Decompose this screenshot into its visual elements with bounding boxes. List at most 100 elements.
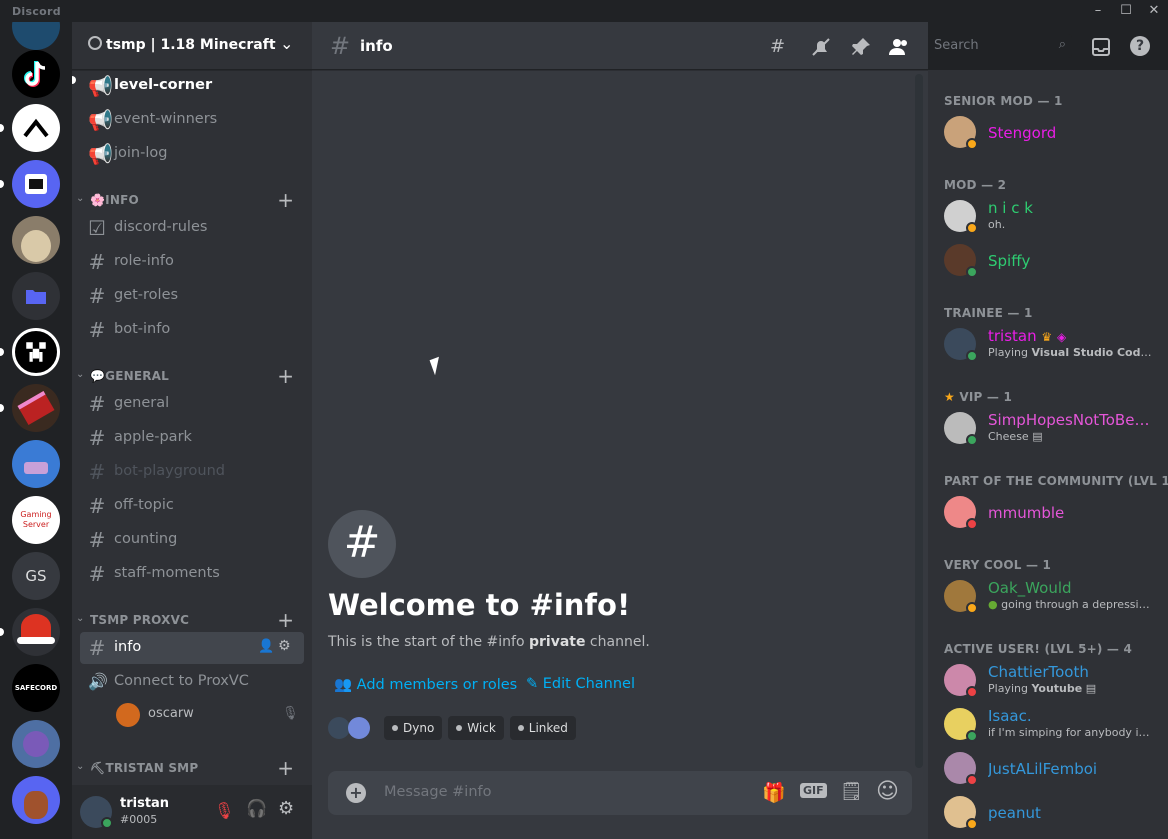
member-peanut[interactable]: peanut (936, 790, 1160, 834)
message-composer[interactable]: + Message #info 🎁 GIF 🗒 ☺ (328, 771, 912, 815)
hash-icon: # (88, 460, 106, 484)
channel-join-log[interactable]: 📢 join-log (80, 138, 304, 170)
mute-bell-icon[interactable] (810, 36, 832, 58)
muted-mic-icon[interactable]: 🎙 (214, 801, 234, 820)
gift-icon[interactable]: 🎁 (762, 781, 786, 804)
add-channel-icon[interactable]: + (277, 188, 294, 212)
gear-icon[interactable]: ⚙ (278, 638, 291, 654)
hash-lock-icon: # (328, 510, 396, 578)
category-tristan-smp[interactable]: ⌄ ⛏TRISTAN SMP + (76, 756, 308, 780)
status-dnd-icon (966, 686, 978, 698)
creeper-server-icon[interactable] (12, 328, 60, 376)
mouse-cursor (429, 356, 445, 376)
add-members-link[interactable]: 👥 Add members or roles (334, 676, 517, 693)
voice-user[interactable]: oscarw 🎙 (116, 702, 304, 728)
channel-role-info[interactable]: # role-info (80, 246, 304, 278)
search-input[interactable]: Search ⌕ (928, 34, 1072, 58)
book-server-icon[interactable] (12, 384, 60, 432)
emoji-icon[interactable]: ☺ (876, 779, 899, 804)
scrollbar[interactable] (915, 74, 923, 768)
invite-icon[interactable]: 👤 (258, 639, 274, 654)
status-idle-icon (966, 818, 978, 830)
member-mmumble[interactable]: mmumble (936, 490, 1160, 534)
channel-staff-moments[interactable]: # staff-moments (80, 558, 304, 590)
hash-icon: # (88, 318, 106, 342)
channel-event-winners[interactable]: 📢 event-winners (80, 104, 304, 136)
channel-off-topic[interactable]: # off-topic (80, 490, 304, 522)
star-icon: ★ (944, 390, 955, 404)
inbox-icon[interactable] (1090, 36, 1112, 58)
channel-bot-playground[interactable]: # bot-playground (80, 456, 304, 488)
help-icon[interactable]: ? (1130, 36, 1150, 56)
gaming-server-icon[interactable]: Gaming Server (12, 496, 60, 544)
safecord-server-icon[interactable]: SAFECORD (12, 664, 60, 712)
message-input[interactable]: Message #info (384, 784, 492, 800)
member-nick[interactable]: n i c k oh. (936, 194, 1160, 238)
channel-info-selected[interactable]: # info 👤 ⚙ (80, 632, 304, 664)
add-channel-icon[interactable]: + (277, 364, 294, 388)
hash-icon: # (88, 284, 106, 308)
discord-app: Discord – ☐ ✕ Gaming Server GS SAFECORD … (0, 0, 1168, 839)
app-title: Discord (12, 5, 61, 18)
caret-server-icon[interactable] (12, 104, 60, 152)
members-icon[interactable] (888, 36, 910, 58)
gif-button[interactable]: GIF (800, 783, 827, 798)
threads-icon[interactable]: # (770, 36, 792, 58)
channel-get-roles[interactable]: # get-roles (80, 280, 304, 312)
chevron-down-icon: ⌄ (76, 193, 85, 204)
category-info[interactable]: ⌄ 🌸INFO + (76, 188, 308, 212)
edit-channel-link[interactable]: ✎ Edit Channel (526, 676, 635, 692)
gear-icon[interactable]: ⚙ (278, 798, 294, 819)
avatar (116, 703, 140, 727)
server-list: Gaming Server GS SAFECORD (0, 22, 72, 839)
add-channel-icon[interactable]: + (277, 756, 294, 780)
santa-server-icon[interactable] (12, 608, 60, 656)
maximize-icon[interactable]: ☐ (1112, 2, 1140, 20)
gs-server-icon[interactable]: GS (12, 552, 60, 600)
upload-icon[interactable]: + (346, 783, 366, 803)
member-simphopes[interactable]: SimpHopesNotToBeF... Cheese ▤ (936, 406, 1160, 450)
channel-discord-rules[interactable]: ☑ discord-rules (80, 212, 304, 244)
member-chattiertooth[interactable]: ChattierTooth Playing Youtube ▤ (936, 658, 1160, 702)
channel-apple-park[interactable]: # apple-park (80, 422, 304, 454)
server-header[interactable]: tsmp | 1.18 Minecraft ... ⌄ (72, 22, 312, 70)
tiktok-server-icon[interactable] (12, 50, 60, 98)
folder-icon[interactable] (12, 272, 60, 320)
category-general[interactable]: ⌄ 💬GENERAL + (76, 364, 308, 388)
unread-pill (0, 628, 4, 636)
pin-icon[interactable] (850, 36, 872, 58)
add-channel-icon[interactable]: + (277, 608, 294, 632)
speech-bubble-icon: 💬 (90, 369, 106, 383)
headphones-icon[interactable]: 🎧 (246, 799, 267, 819)
member-isaac[interactable]: Isaac. if I'm simping for anybody its T.… (936, 702, 1160, 746)
channel-bot-info[interactable]: # bot-info (80, 314, 304, 346)
voice-channel-proxvc[interactable]: 🔊 Connect to ProxVC (80, 666, 304, 698)
avatar (328, 717, 350, 739)
channel-general[interactable]: # general (80, 388, 304, 420)
minimize-icon[interactable]: – (1084, 2, 1112, 20)
sticker-icon[interactable]: 🗒 (840, 781, 863, 802)
member-spiffy[interactable]: Spiffy (936, 238, 1160, 282)
bot-server-icon[interactable] (12, 160, 60, 208)
hash-icon: # (88, 636, 106, 660)
channel-level-corner[interactable]: 📢 level-corner (80, 70, 304, 102)
dog2-server-icon[interactable] (12, 776, 60, 824)
member-stengord[interactable]: Stengord (936, 110, 1160, 154)
close-icon[interactable]: ✕ (1140, 2, 1168, 20)
pixel-server-icon[interactable] (12, 440, 60, 488)
dog-server-icon[interactable] (12, 216, 60, 264)
status-online-icon (966, 266, 978, 278)
member-oak-would[interactable]: Oak_Would ● going through a depressive..… (936, 574, 1160, 618)
status-online-icon (101, 817, 113, 829)
chevron-down-icon: ⌄ (76, 761, 85, 772)
server-icon[interactable] (12, 22, 60, 50)
member-justalilfemboi[interactable]: JustALilFemboi (936, 746, 1160, 790)
channel-counting[interactable]: # counting (80, 524, 304, 556)
category-proxvc[interactable]: ⌄ TSMP PROXVC + (76, 608, 308, 632)
member-tristan[interactable]: tristan ♛ ◈ Playing Visual Studio Code ▤ (936, 322, 1160, 366)
pickaxe-icon: ⛏ (90, 761, 106, 775)
role-tag: Wick (448, 716, 504, 740)
user-panel: tristan #0005 🎙 🎧 ⚙ (72, 785, 312, 839)
muted-mic-icon: 🎙 (282, 706, 299, 721)
avatar-server-icon[interactable] (12, 720, 60, 768)
